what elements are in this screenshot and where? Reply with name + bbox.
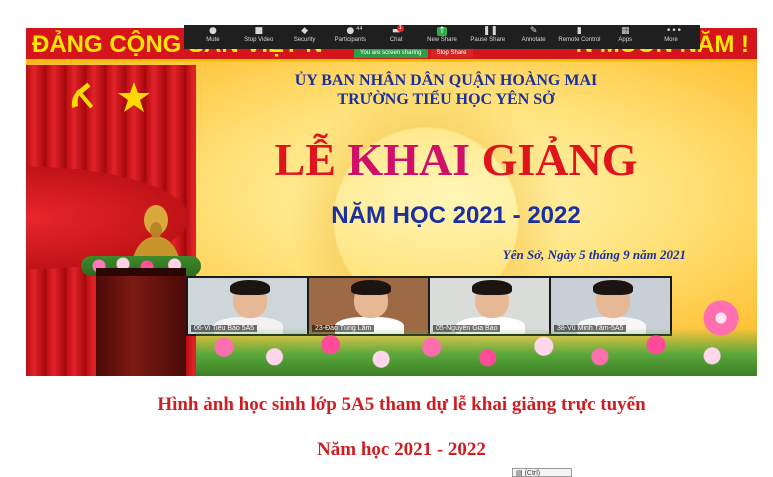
flower-border (196, 328, 757, 376)
caption-line-2: Năm học 2021 - 2022 (317, 439, 486, 460)
screen-sharing-indicator: You are screen sharing Stop Share (354, 49, 473, 58)
video-camera-icon: ■ (254, 26, 263, 36)
video-tile[interactable]: 06-Vi Tiểu Bảo 5A5 (188, 278, 307, 334)
pause-share-label: Pause Share (470, 37, 506, 43)
apps-icon: ▦ (620, 26, 630, 36)
mute-button[interactable]: ● Mute (190, 27, 236, 45)
title-word-khai: KHAI (347, 134, 482, 185)
apps-button[interactable]: ▦ Apps (602, 27, 648, 45)
participant-video-strip: 06-Vi Tiểu Bảo 5A5 23-Đào Tùng Lâm 05-Ng… (186, 276, 672, 336)
shield-icon: ◆ (301, 26, 308, 36)
stop-video-button[interactable]: ■ Stop Video (236, 27, 282, 45)
hammer-sickle-icon (71, 82, 94, 109)
title-word-le: LỄ (274, 134, 348, 185)
mouse-icon: ▮ (576, 26, 582, 36)
pencil-icon: ✎ (529, 26, 538, 36)
new-share-label: New Share (427, 37, 457, 43)
more-label: More (664, 37, 678, 43)
video-tile[interactable]: 38-Vũ Minh Tâm-5A5 (551, 278, 670, 334)
participants-label: Participants (334, 37, 367, 43)
annotate-label: Annotate (521, 37, 546, 43)
chat-label: Chat (389, 37, 403, 43)
remote-control-label: Remote Control (558, 37, 601, 43)
participant-hair (471, 280, 513, 295)
people-icon: ● (346, 26, 355, 36)
more-dots-icon: ••• (666, 26, 682, 36)
caption-line-1: Hình ảnh học sinh lớp 5A5 tham dự lễ kha… (157, 394, 646, 415)
school-year: NĂM HỌC 2021 - 2022 (331, 202, 581, 229)
clipboard-icon: ▤ (516, 470, 525, 477)
security-label: Security (293, 37, 316, 43)
ceremony-title: LỄ KHAI GIẢNG (196, 133, 716, 186)
pause-icon: ❚❚ (482, 26, 498, 36)
stop-video-label: Stop Video (244, 37, 274, 43)
participants-button[interactable]: ● 44 Participants (327, 26, 373, 45)
chat-unread-badge: 1 (396, 25, 404, 32)
more-button[interactable]: ••• More (648, 27, 694, 45)
lotus-flower (701, 298, 741, 338)
apps-label: Apps (618, 37, 633, 43)
opening-ceremony-banner: ĐẢNG CỘNG SẢN VIỆT N N MUÔN NĂM ! ỦY BAN… (26, 28, 757, 376)
new-share-button[interactable]: ↑ New Share (419, 27, 465, 45)
security-button[interactable]: ◆ Security (282, 27, 328, 45)
participant-hair (229, 280, 271, 295)
title-word-giang: GIẢNG (481, 134, 638, 185)
microphone-icon: ● (208, 26, 217, 36)
podium (96, 268, 186, 376)
yellow-star-icon (118, 82, 150, 112)
video-tile[interactable]: 23-Đào Tùng Lâm (309, 278, 428, 334)
district-committee-heading: ỦY BAN NHÂN DÂN QUẬN HOÀNG MAI (294, 72, 598, 89)
participants-count: 44 (356, 26, 363, 32)
stop-share-button[interactable]: Stop Share (430, 49, 473, 58)
ceremony-date: Yên Sở, Ngày 5 tháng 9 năm 2021 (502, 247, 686, 262)
mute-label: Mute (206, 37, 220, 43)
zoom-share-toolbar: ● Mute ■ Stop Video ◆ Security ● 44 Part… (184, 25, 700, 49)
remote-control-button[interactable]: ▮ Remote Control (557, 27, 603, 45)
video-tile[interactable]: 05-Nguyễn Gia Bảo (430, 278, 549, 334)
chat-button[interactable]: ▬ 1 Chat (373, 25, 419, 45)
screen-sharing-status: You are screen sharing (354, 49, 428, 58)
paste-options-button[interactable]: ▤ (Ctrl) (512, 468, 572, 477)
share-arrow-icon: ↑ (436, 26, 447, 36)
pause-share-button[interactable]: ❚❚ Pause Share (465, 27, 511, 45)
school-name-heading: TRƯỜNG TIỂU HỌC YÊN SỞ (337, 91, 555, 108)
annotate-button[interactable]: ✎ Annotate (511, 27, 557, 45)
paste-options-label: (Ctrl) (524, 470, 541, 477)
participant-hair (592, 280, 634, 295)
participant-hair (350, 280, 392, 295)
